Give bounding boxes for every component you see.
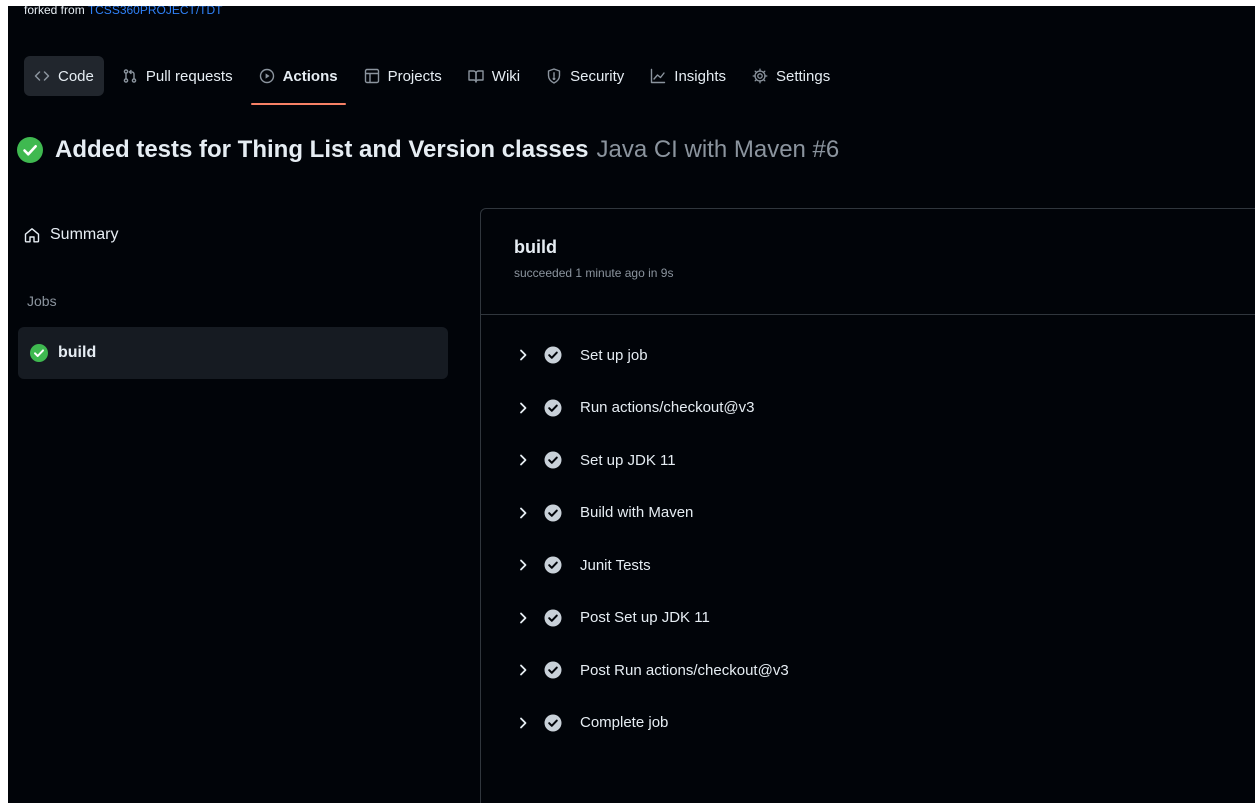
job-steps-list: Set up job Run actions/checkout@v3 Set u… xyxy=(481,315,1255,749)
tab-label: Projects xyxy=(387,67,442,85)
job-step[interactable]: Run actions/checkout@v3 xyxy=(481,382,1255,435)
home-icon xyxy=(24,228,40,243)
sidebar-item-summary[interactable]: Summary xyxy=(24,226,118,244)
job-step-label: Set up job xyxy=(580,346,648,364)
job-step[interactable]: Junit Tests xyxy=(481,539,1255,592)
fork-prefix: forked from xyxy=(24,6,85,17)
tab-label: Settings xyxy=(776,67,831,85)
tab-label: Insights xyxy=(674,67,726,85)
tab-label: Pull requests xyxy=(145,67,233,85)
step-success-icon xyxy=(544,609,562,627)
tab-label: Wiki xyxy=(491,67,521,85)
tab-security[interactable]: Security xyxy=(538,56,632,96)
step-success-icon xyxy=(544,504,562,522)
step-success-icon xyxy=(544,556,562,574)
gear-icon xyxy=(752,68,768,84)
step-success-icon xyxy=(544,399,562,417)
code-icon xyxy=(34,68,50,84)
tab-wiki[interactable]: Wiki xyxy=(460,56,528,96)
job-step-label: Complete job xyxy=(580,714,669,732)
chevron-right-icon xyxy=(520,402,527,414)
app-window: forked from TCSS360PROJECT/TDT Code Pull… xyxy=(8,6,1255,803)
job-step[interactable]: Set up JDK 11 xyxy=(481,434,1255,487)
jobs-heading: Jobs xyxy=(27,293,57,309)
sidebar-item-label: Summary xyxy=(50,226,119,243)
success-check-icon xyxy=(17,137,43,163)
chevron-right-icon xyxy=(520,559,527,571)
workflow-run-name: Java CI with Maven #6 xyxy=(596,136,840,163)
job-step[interactable]: Complete job xyxy=(481,697,1255,750)
job-log-panel: build succeeded 1 minute ago in 9s Set u… xyxy=(480,208,1255,803)
shield-icon xyxy=(546,68,562,84)
tab-label: Code xyxy=(58,67,94,85)
tab-settings[interactable]: Settings xyxy=(744,56,838,96)
tab-pull-requests[interactable]: Pull requests xyxy=(114,56,241,96)
chevron-right-icon xyxy=(520,612,527,624)
job-status-text: succeeded 1 minute ago in 9s xyxy=(514,266,674,280)
chevron-right-icon xyxy=(520,664,527,676)
tab-label: Security xyxy=(570,67,625,85)
fork-info: forked from TCSS360PROJECT/TDT xyxy=(24,6,223,17)
sidebar-item-job-build[interactable]: build xyxy=(18,327,448,379)
fork-source-link[interactable]: TCSS360PROJECT/TDT xyxy=(88,6,223,17)
success-check-icon xyxy=(30,344,48,362)
step-success-icon xyxy=(544,346,562,364)
chevron-right-icon xyxy=(520,454,527,466)
pull-request-icon xyxy=(122,68,138,84)
tab-code[interactable]: Code xyxy=(24,56,104,96)
tab-insights[interactable]: Insights xyxy=(642,56,734,96)
sidebar-job-label: build xyxy=(58,344,97,361)
job-step[interactable]: Post Set up JDK 11 xyxy=(481,592,1255,645)
job-step[interactable]: Build with Maven xyxy=(481,487,1255,540)
commit-title: Added tests for Thing List and Version c… xyxy=(55,136,589,163)
job-step[interactable]: Post Run actions/checkout@v3 xyxy=(481,644,1255,697)
chevron-right-icon xyxy=(520,349,527,361)
job-step-label: Set up JDK 11 xyxy=(580,451,676,469)
job-step-label: Run actions/checkout@v3 xyxy=(580,399,755,417)
job-step-label: Post Run actions/checkout@v3 xyxy=(580,661,789,679)
tab-actions[interactable]: Actions xyxy=(250,56,346,105)
chevron-right-icon xyxy=(520,507,527,519)
step-success-icon xyxy=(544,661,562,679)
step-success-icon xyxy=(544,714,562,732)
play-icon xyxy=(259,68,275,84)
job-name: build xyxy=(514,237,557,257)
job-step-label: Junit Tests xyxy=(580,556,651,574)
chevron-right-icon xyxy=(520,717,527,729)
job-step[interactable]: Set up job xyxy=(481,329,1255,382)
repo-nav-tabs: Code Pull requests Actions Projects Wiki xyxy=(8,54,1255,110)
tab-label: Actions xyxy=(282,67,338,85)
tab-projects[interactable]: Projects xyxy=(356,56,450,96)
graph-icon xyxy=(650,68,666,84)
job-step-label: Build with Maven xyxy=(580,504,694,522)
job-header: build succeeded 1 minute ago in 9s xyxy=(481,209,1255,315)
book-icon xyxy=(468,68,484,84)
step-success-icon xyxy=(544,451,562,469)
table-icon xyxy=(364,68,380,84)
run-title: Added tests for Thing List and Version c… xyxy=(17,136,839,164)
job-step-label: Post Set up JDK 11 xyxy=(580,609,710,627)
